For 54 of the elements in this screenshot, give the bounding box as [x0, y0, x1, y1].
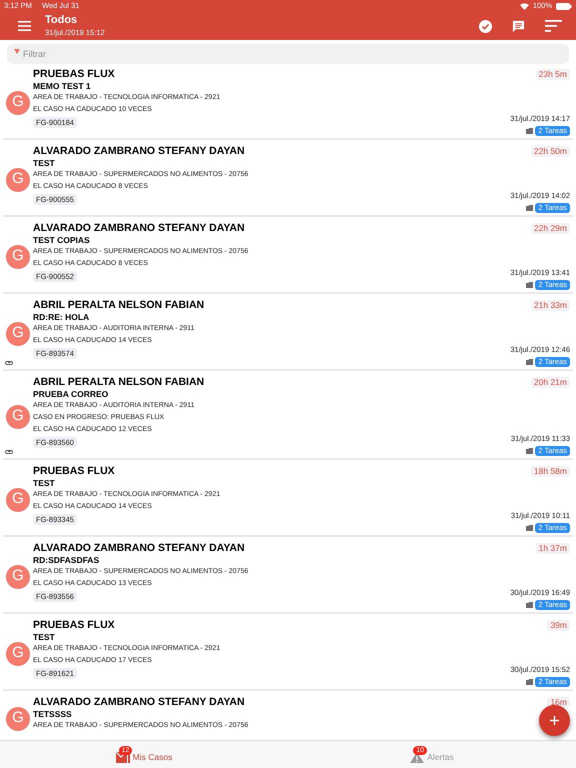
case-subject: TEST [33, 157, 56, 169]
case-name: PRUEBAS FLUX [33, 68, 116, 80]
folder-icon [526, 282, 534, 288]
folder-icon [526, 359, 534, 365]
case-subject: TETSSSS [33, 708, 73, 720]
folder-icon [526, 679, 534, 685]
case-name: ALVARADO ZAMBRANO STEFANY DAYAN [33, 542, 246, 554]
elapsed-time: 23h 5m [536, 69, 570, 80]
message-icon[interactable] [512, 20, 525, 32]
elapsed-time: 39m [547, 620, 570, 631]
elapsed-time: 22h 29m [530, 223, 570, 234]
battery-icon [556, 2, 572, 10]
filter-icon [14, 49, 20, 54]
avatar: G [6, 168, 30, 192]
screen-title: Todos [45, 14, 78, 28]
case-subject: MEMO TEST 1 [33, 80, 92, 92]
case-name: ABRIL PERALTA NELSON FABIAN [33, 376, 206, 388]
avatar: G [6, 488, 30, 512]
elapsed-time: 20h 21m [530, 377, 570, 388]
check-circle-icon[interactable] [479, 20, 492, 32]
avatar: G [6, 706, 30, 730]
avatar: G [6, 404, 30, 428]
case-name: PRUEBAS FLUX [33, 465, 116, 477]
case-name: ALVARADO ZAMBRANO STEFANY DAYAN [33, 145, 246, 157]
filter-field[interactable]: Filtrar [7, 44, 569, 64]
elapsed-time: 18h 58m [530, 466, 570, 477]
sort-icon[interactable] [545, 20, 562, 32]
plus-icon [550, 716, 559, 725]
avatar: G [6, 244, 30, 268]
case-subject: RD:SDFASDFAS [33, 554, 100, 566]
folder-icon [526, 205, 534, 211]
case-name: PRUEBAS FLUX [33, 619, 116, 631]
avatar: G [6, 564, 30, 588]
elapsed-time: 16m [547, 697, 570, 708]
avatar: G [6, 642, 30, 666]
case-name: ALVARADO ZAMBRANO STEFANY DAYAN [33, 696, 246, 708]
avatar: G [6, 90, 30, 114]
elapsed-time: 1h 37m [536, 543, 570, 554]
case-subject: RD:RE: HOLA [33, 311, 90, 323]
case-subject: PRUEBA CORREO [33, 388, 110, 400]
folder-icon [526, 128, 534, 134]
case-subject: TEST [33, 477, 56, 489]
wifi-icon [520, 2, 529, 10]
case-subject: TEST [33, 631, 56, 643]
folder-icon [526, 602, 534, 608]
menu-icon[interactable] [18, 21, 31, 31]
avatar: G [6, 322, 30, 346]
elapsed-time: 22h 50m [530, 146, 570, 157]
case-subject: TEST COPIAS [33, 234, 91, 246]
folder-icon [526, 448, 534, 454]
folder-icon [526, 525, 534, 531]
case-name: ALVARADO ZAMBRANO STEFANY DAYAN [33, 222, 246, 234]
case-name: ABRIL PERALTA NELSON FABIAN [33, 299, 206, 311]
elapsed-time: 21h 33m [530, 300, 570, 311]
